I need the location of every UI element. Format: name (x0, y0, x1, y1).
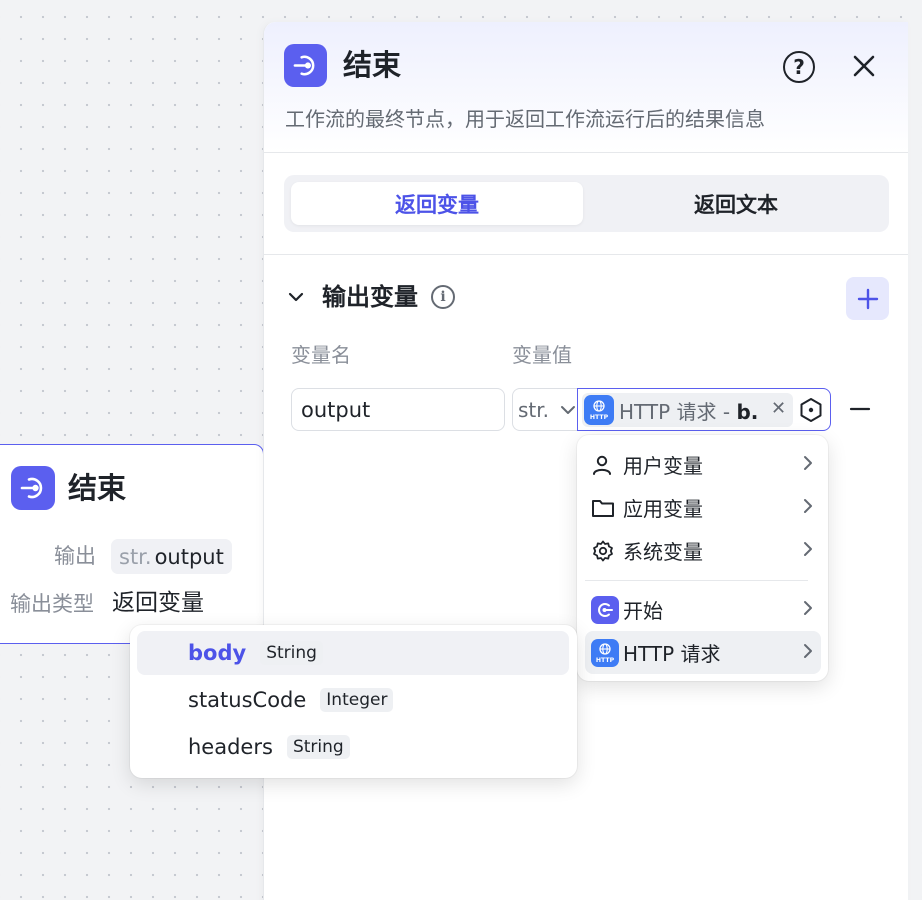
info-icon[interactable]: i (431, 285, 455, 309)
field-item-statuscode[interactable]: statusCode Integer (137, 678, 569, 722)
reference-chip[interactable]: HTTP HTTP 请求 - b. (582, 393, 793, 427)
node-output-type-value: 返回变量 (112, 590, 204, 616)
node-output-tag: str. output (111, 539, 232, 574)
variable-name-input[interactable] (291, 388, 505, 431)
panel-end-node-icon (284, 44, 327, 87)
clear-reference-icon[interactable]: ✕ (771, 397, 786, 421)
menu-item-http-request[interactable]: HTTP HTTP 请求 (585, 631, 821, 674)
user-icon (585, 454, 621, 476)
section-divider (264, 254, 908, 255)
gear-icon (585, 539, 621, 563)
field-item-body[interactable]: body String (137, 631, 569, 675)
panel-title: 结束 (343, 48, 402, 82)
folder-icon (585, 497, 621, 519)
svg-text:HTTP: HTTP (596, 657, 615, 664)
reference-source: HTTP 请求 - (619, 399, 737, 424)
node-output-label: 输出 (54, 544, 96, 568)
chevron-right-icon (799, 454, 821, 476)
close-icon[interactable] (848, 50, 880, 82)
chevron-right-icon (799, 599, 821, 621)
menu-item-label: 应用变量 (623, 497, 703, 521)
reference-field: b. (736, 399, 759, 424)
menu-item-system-variables[interactable]: 系统变量 (585, 529, 821, 572)
chevron-down-icon (561, 405, 576, 414)
node-output-type-label: 输出类型 (10, 592, 94, 616)
header-divider (264, 152, 908, 153)
end-node-title: 结束 (68, 471, 127, 505)
field-item-headers[interactable]: headers String (137, 725, 569, 769)
field-name: body (188, 641, 247, 665)
field-name: headers (188, 735, 273, 759)
remove-variable-button[interactable] (849, 398, 871, 420)
tab-return-text[interactable]: 返回文本 (590, 182, 882, 225)
field-type-badge: Integer (320, 688, 394, 712)
column-label-value: 变量值 (512, 343, 572, 367)
menu-item-label: 开始 (623, 599, 663, 623)
column-label-name: 变量名 (291, 343, 351, 367)
field-name: statusCode (188, 688, 307, 712)
menu-item-user-variables[interactable]: 用户变量 (585, 443, 821, 486)
menu-item-label: HTTP 请求 (623, 642, 721, 666)
menu-item-start-node[interactable]: 开始 (585, 588, 821, 631)
variable-picker-icon[interactable] (797, 396, 825, 424)
http-node-icon: HTTP (585, 638, 621, 667)
start-node-icon (585, 595, 621, 624)
menu-item-app-variables[interactable]: 应用变量 (585, 486, 821, 529)
output-variables-title: 输出变量 (322, 283, 418, 311)
variable-type-select[interactable]: str. (512, 388, 578, 431)
variable-type-value: str. (518, 397, 550, 422)
menu-divider (585, 580, 808, 581)
chevron-right-icon (799, 642, 821, 664)
collapse-chevron-icon[interactable] (286, 287, 306, 307)
help-icon[interactable]: ? (783, 51, 815, 83)
svg-text:HTTP: HTTP (590, 414, 609, 421)
field-type-badge: String (260, 641, 323, 665)
menu-item-label: 用户变量 (623, 454, 703, 478)
add-variable-button[interactable] (846, 277, 889, 320)
node-output-name: output (154, 544, 224, 569)
http-node-icon: HTTP (584, 395, 614, 425)
panel-description: 工作流的最终节点，用于返回工作流运行后的结果信息 (285, 107, 765, 131)
end-node-icon (11, 466, 55, 510)
tab-return-variable[interactable]: 返回变量 (291, 182, 583, 225)
field-type-badge: String (286, 735, 350, 759)
menu-item-label: 系统变量 (623, 540, 703, 564)
chevron-right-icon (799, 540, 821, 562)
chevron-right-icon (799, 497, 821, 519)
node-output-type-prefix: str. (119, 544, 152, 569)
